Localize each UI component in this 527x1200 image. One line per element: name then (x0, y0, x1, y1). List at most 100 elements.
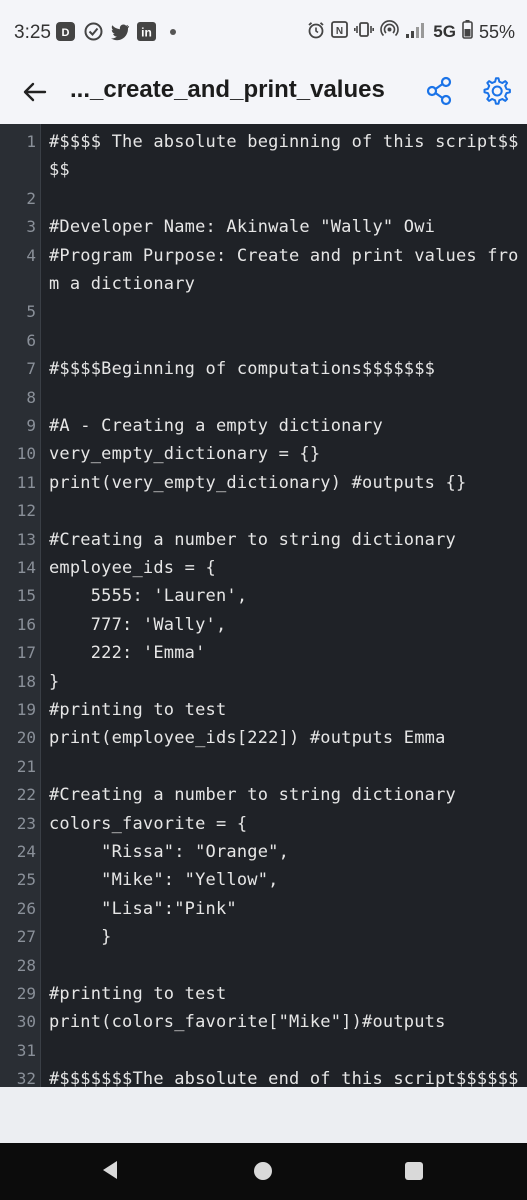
code-line[interactable]: 15 5555: 'Lauren', (0, 582, 527, 610)
line-number: 5 (26, 302, 36, 322)
code-line[interactable]: 14 employee_ids = { (0, 554, 527, 582)
code-line[interactable]: 27 } (0, 923, 527, 951)
line-number: 21 (16, 756, 36, 776)
status-bar: 3:25 D in N 5G 55% (0, 0, 527, 64)
code-line[interactable]: 1 #$$$$ The absolute beginning of this sc… (0, 128, 527, 156)
code-line[interactable]: 13 #Creating a number to string dictionar… (0, 526, 527, 554)
line-number: 17 (16, 643, 36, 663)
code-line[interactable]: 3 #Developer Name: Akinwale "Wally" Owi (0, 213, 527, 241)
back-nav-icon[interactable] (100, 1159, 120, 1186)
line-number: 30 (16, 1012, 36, 1032)
line-number: 9 (26, 416, 36, 435)
code-line[interactable]: 31 (0, 1037, 527, 1065)
code-line[interactable]: 2 (0, 185, 527, 213)
line-number: 32 (16, 1069, 36, 1087)
code-line[interactable]: 10 very_empty_dictionary = {} (0, 440, 527, 468)
settings-button[interactable] (480, 74, 514, 108)
line-number: 23 (16, 813, 36, 833)
code-text: #$$$$Beginning of computations$$$$$$$ (49, 359, 436, 380)
bottom-panel (0, 1087, 527, 1143)
code-line[interactable]: 22 #Creating a number to string dictionar… (0, 781, 527, 809)
line-number: 6 (26, 330, 36, 350)
line-number: 1 (26, 132, 36, 151)
line-number: 14 (16, 558, 36, 577)
code-text: #Program Purpose: Create and print value… (49, 245, 519, 266)
line-number: 7 (26, 359, 36, 379)
code-line[interactable]: 23 colors_favorite = { (0, 810, 527, 838)
disney-app-icon: D (56, 22, 75, 41)
code-text: #Developer Name: Akinwale "Wally" Owi (49, 217, 436, 238)
code-line[interactable]: 25 "Mike": "Yellow", (0, 866, 527, 894)
code-line[interactable]: 30 print(colors_favorite["Mike"])#outputs (0, 1008, 527, 1036)
code-text: #$$$$$$$The absolute end of this script$… (49, 1069, 519, 1087)
code-line[interactable]: 12 (0, 497, 527, 525)
code-text: colors_favorite = { (49, 813, 248, 834)
code-line[interactable]: 7 #$$$$Beginning of computations$$$$$$$ (0, 355, 527, 383)
code-text: #$$$$ The absolute beginning of this scr… (49, 132, 519, 152)
line-number: 16 (16, 614, 36, 634)
code-text: employee_ids = { (49, 558, 216, 578)
code-text: #printing to test (49, 984, 227, 1004)
code-line[interactable]: 26 "Lisa":"Pink" (0, 895, 527, 923)
line-number: 29 (16, 984, 36, 1003)
gear-icon (483, 77, 511, 105)
svg-text:in: in (141, 26, 152, 40)
code-line[interactable]: 32 #$$$$$$$The absolute end of this scrip… (0, 1065, 527, 1087)
line-number: 11 (16, 472, 36, 492)
alarm-icon (307, 21, 325, 44)
line-number: 19 (16, 700, 36, 719)
line-number: 18 (16, 671, 36, 691)
recents-nav-icon[interactable] (405, 1162, 423, 1180)
code-text: print(colors_favorite["Mike"])#outputs (49, 1012, 446, 1033)
code-text: $$ (49, 160, 70, 181)
code-line[interactable]: 28 (0, 952, 527, 980)
code-line[interactable]: 18} (0, 668, 527, 696)
status-time: 3:25 (14, 22, 51, 43)
line-number: 22 (16, 785, 36, 805)
share-button[interactable] (422, 74, 456, 108)
network-type: 5G (433, 22, 456, 41)
code-line[interactable]: 6 (0, 327, 527, 355)
line-number: 8 (26, 387, 36, 407)
code-line[interactable]: 16 777: 'Wally', (0, 611, 527, 639)
line-number: 2 (26, 188, 36, 208)
code-text: } (49, 671, 60, 692)
app-bar: ..._create_and_print_values (0, 64, 527, 120)
code-line[interactable]: 9 #A - Creating a empty dictionary (0, 412, 527, 440)
code-line[interactable]: 4 #Program Purpose: Create and print valu… (0, 242, 527, 270)
code-line[interactable]: 29 #printing to test (0, 980, 527, 1008)
line-number: 3 (26, 217, 36, 237)
notification-dot-icon (170, 29, 176, 35)
code-line[interactable]: m a dictionary (0, 270, 527, 298)
svg-text:N: N (336, 26, 343, 37)
line-number: 4 (26, 245, 36, 265)
code-line[interactable]: 24 "Rissa": "Orange", (0, 838, 527, 866)
line-number: 20 (16, 728, 36, 748)
code-text: 222: 'Emma' (49, 643, 206, 664)
code-line[interactable]: 17 222: 'Emma' (0, 639, 527, 667)
code-text: print(employee_ids[222]) #outputs Emma (49, 728, 446, 749)
code-line[interactable]: 21 (0, 753, 527, 781)
code-text: "Lisa":"Pink" (49, 898, 237, 919)
code-text: #Creating a number to string dictionary (49, 529, 456, 550)
line-number: 13 (16, 529, 36, 549)
line-number: 31 (16, 1040, 36, 1060)
linkedin-icon: in (137, 22, 156, 41)
line-number: 15 (16, 586, 36, 606)
back-button[interactable] (18, 76, 52, 108)
home-nav-icon[interactable] (254, 1162, 272, 1180)
code-line[interactable]: 20 print(employee_ids[222]) #outputs Emma (0, 724, 527, 752)
check-circle-icon (84, 22, 103, 41)
code-line[interactable]: 8 (0, 384, 527, 412)
code-line[interactable]: $$ (0, 156, 527, 184)
code-line[interactable]: 11 print(very_empty_dictionary) #outputs … (0, 469, 527, 497)
code-line[interactable]: 19 #printing to test (0, 696, 527, 724)
arrow-left-icon (23, 82, 47, 102)
code-text: } (49, 927, 112, 948)
code-text: "Mike": "Yellow", (49, 870, 279, 891)
page-title: ..._create_and_print_values (70, 76, 385, 103)
code-text: #A - Creating a empty dictionary (49, 416, 383, 436)
code-text: 5555: 'Lauren', (49, 586, 248, 607)
code-editor[interactable]: 1 #$$$$ The absolute beginning of this sc… (0, 124, 527, 1087)
code-line[interactable]: 5 (0, 298, 527, 326)
